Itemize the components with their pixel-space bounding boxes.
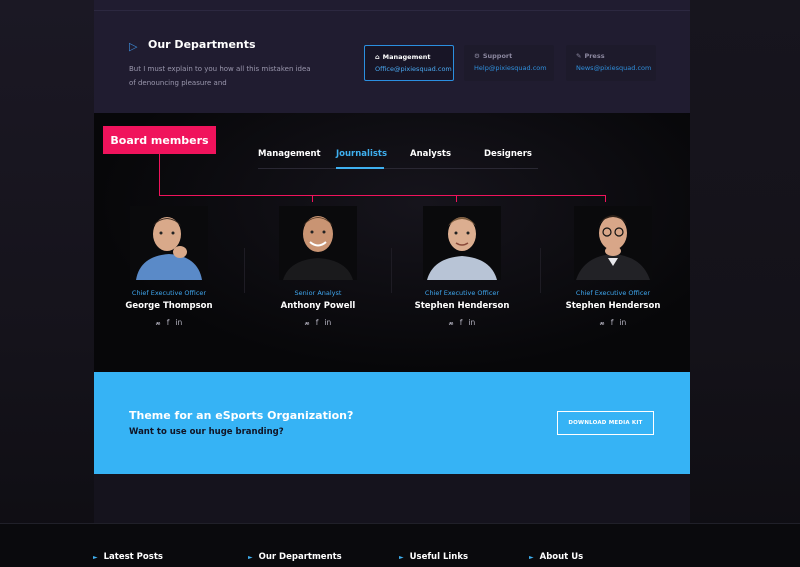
contact-card-management[interactable]: ⌂ Management Office@pixiesquad.com [364,45,454,81]
tab-designers[interactable]: Designers [484,149,532,159]
contact-email[interactable]: Help@pixiesquad.com [474,64,554,72]
member-role: Chief Executive Officer [424,289,500,297]
main-content: ▷ Our Departments But I must explain to … [94,0,690,474]
connector-line [159,154,160,195]
connector-tick [605,195,606,202]
footer-heading-latest-posts: ► Latest Posts [93,552,163,562]
footer-heading-departments: ► Our Departments [248,552,342,562]
footer-heading-about-us: ► About Us [529,552,583,562]
connector-tick [456,195,457,202]
contact-label: Management [382,53,431,61]
footer-heading-label: Latest Posts [103,552,163,562]
footer-heading-useful-links: ► Useful Links [399,552,468,562]
member-role: Senior Analyst [294,289,342,297]
arrow-right-icon: ► [529,553,534,561]
board-members-badge: Board members [103,126,216,154]
departments-description: But I must explain to you how all this m… [129,65,311,87]
linkedin-icon[interactable]: in [619,318,626,328]
contact-card-support[interactable]: ⚙ Support Help@pixiesquad.com [464,45,554,81]
member-photo [130,206,208,280]
banner-subtitle: Want to use our huge branding? [129,427,284,437]
twitter-icon[interactable]: 𝓷 [449,318,454,328]
download-media-kit-button[interactable]: DOWNLOAD MEDIA KIT [557,411,654,435]
arrow-right-icon: ► [399,553,404,561]
footer-heading-label: Our Departments [258,552,342,562]
facebook-icon[interactable]: f [167,318,170,328]
contact-email[interactable]: Office@pixiesquad.com [375,65,453,73]
member-role: Chief Executive Officer [131,289,207,297]
social-links: 𝓷 f in [243,318,393,328]
departments-title: Our Departments [148,38,256,51]
member-card[interactable]: Chief Executive Officer Stephen Henderso… [387,206,537,328]
member-name[interactable]: Stephen Henderson [387,301,537,311]
social-links: 𝓷 f in [538,318,688,328]
member-photo [423,206,501,280]
facebook-icon[interactable]: f [611,318,614,328]
departments-section: ▷ Our Departments But I must explain to … [94,0,690,113]
member-card[interactable]: Chief Executive Officer Stephen Henderso… [538,206,688,328]
divider [94,10,690,11]
twitter-icon[interactable]: 𝓷 [156,318,161,328]
banner-title: Theme for an eSports Organization? [129,409,354,422]
active-tab-indicator [336,167,384,169]
contact-email[interactable]: News@pixiesquad.com [576,64,656,72]
member-name[interactable]: Stephen Henderson [538,301,688,311]
page-background-right [690,0,800,567]
member-photo [279,206,357,280]
member-role: Chief Executive Officer [575,289,651,297]
member-name[interactable]: George Thompson [94,301,244,311]
play-arrow-icon: ▷ [129,40,138,53]
member-card[interactable]: Chief Executive Officer George Thompson … [94,206,244,328]
member-tabs: Management Journalists Analysts Designer… [258,143,538,171]
tab-journalists[interactable]: Journalists [336,149,387,159]
contact-label: Support [482,52,513,60]
member-name[interactable]: Anthony Powell [243,301,393,311]
home-icon: ⌂ [375,53,380,61]
tab-management[interactable]: Management [258,149,321,159]
linkedin-icon[interactable]: in [175,318,182,328]
member-card[interactable]: Senior Analyst Anthony Powell 𝓷 f in [243,206,393,328]
connector-line [159,195,606,196]
footer: ► Latest Posts ► Our Departments ► Usefu… [0,523,800,567]
footer-heading-label: Useful Links [409,552,469,562]
linkedin-icon[interactable]: in [468,318,475,328]
tabs-baseline [258,168,538,169]
page-background-left [0,0,94,567]
arrow-right-icon: ► [93,553,98,561]
pencil-icon: ✎ [576,52,582,60]
media-kit-banner: Theme for an eSports Organization? Want … [94,372,690,474]
facebook-icon[interactable]: f [460,318,463,328]
contact-card-press[interactable]: ✎ Press News@pixiesquad.com [566,45,656,81]
social-links: 𝓷 f in [94,318,244,328]
gear-icon: ⚙ [474,52,480,60]
facebook-icon[interactable]: f [316,318,319,328]
twitter-icon[interactable]: 𝓷 [305,318,310,328]
footer-heading-label: About Us [539,552,584,562]
social-links: 𝓷 f in [387,318,537,328]
arrow-right-icon: ► [248,553,253,561]
board-section: Board members Management Journalists Ana… [94,113,690,372]
member-photo [574,206,652,280]
tab-analysts[interactable]: Analysts [410,149,451,159]
contact-label: Press [584,52,605,60]
linkedin-icon[interactable]: in [324,318,331,328]
connector-tick [312,195,313,202]
twitter-icon[interactable]: 𝓷 [600,318,605,328]
